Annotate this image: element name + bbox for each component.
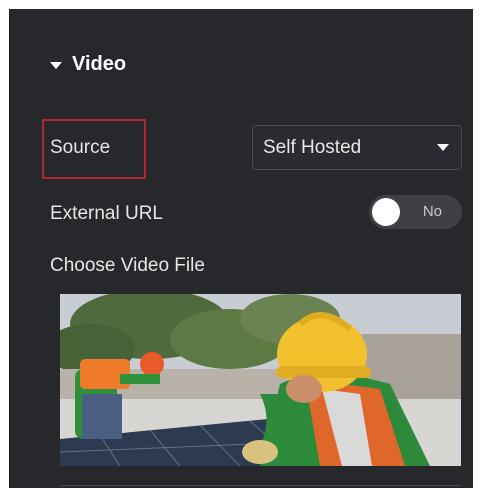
divider — [60, 485, 461, 486]
section-title: Video — [72, 53, 127, 75]
source-select[interactable]: Self Hosted — [252, 125, 462, 170]
external-url-toggle[interactable]: No — [369, 195, 462, 229]
source-select-value: Self Hosted — [263, 136, 362, 158]
external-url-label: External URL — [50, 203, 163, 224]
video-thumbnail-image — [60, 294, 461, 466]
video-section-header[interactable]: Video — [50, 53, 126, 76]
choose-video-file-label: Choose Video File — [50, 255, 205, 276]
source-label: Source — [50, 137, 111, 158]
video-preview[interactable] — [60, 294, 461, 466]
settings-panel: Video Source Self Hosted External URL No… — [9, 9, 473, 488]
chevron-down-icon — [437, 144, 449, 151]
caret-down-icon — [50, 62, 62, 69]
toggle-knob[interactable] — [372, 198, 400, 226]
toggle-state-text: No — [422, 203, 442, 220]
